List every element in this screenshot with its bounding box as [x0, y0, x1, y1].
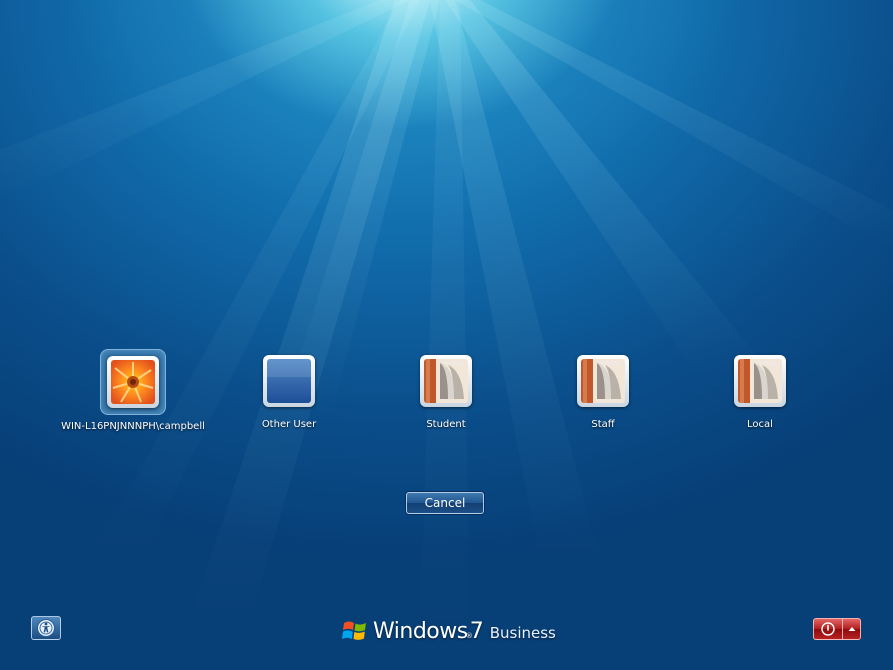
user-tile-local[interactable]: Local: [680, 352, 840, 430]
flower-picture-icon: [111, 360, 155, 404]
user-picture-frame: [734, 355, 786, 407]
user-picture-frame: [577, 355, 629, 407]
shut-down-button[interactable]: [813, 618, 843, 640]
user-name-label: Staff: [591, 419, 615, 430]
power-controls: [813, 618, 861, 640]
book-picture-icon: [424, 359, 468, 403]
shut-down-options-button[interactable]: [843, 618, 861, 640]
user-tile-highlight: [100, 349, 166, 415]
caret-up-icon: [848, 627, 855, 631]
user-picture-frame: [420, 355, 472, 407]
ease-of-access-icon: [37, 619, 55, 637]
user-tiles: WIN-L16PNJNNNPH\campbell Other User Stud…: [0, 349, 893, 442]
user-tile-student[interactable]: Student: [366, 352, 526, 430]
user-tile-other-user[interactable]: Other User: [209, 352, 369, 430]
user-name-label: Local: [747, 419, 773, 430]
power-icon: [821, 622, 835, 636]
user-name-label: WIN-L16PNJNNNPH\campbell: [61, 421, 205, 432]
light-rays: [0, 0, 893, 640]
user-picture-frame: [263, 355, 315, 407]
cancel-button[interactable]: Cancel: [406, 492, 484, 514]
brand-trademark: ®: [465, 632, 473, 640]
user-tile-campbell[interactable]: WIN-L16PNJNNNPH\campbell: [53, 349, 213, 432]
user-picture-frame: [107, 356, 159, 408]
windows-branding: Windows ® 7 Business: [342, 613, 556, 647]
book-picture-icon: [738, 359, 782, 403]
brand-edition-text: Business: [489, 624, 556, 642]
blank-picture-icon: [267, 359, 311, 403]
book-picture-icon: [581, 359, 625, 403]
user-name-label: Student: [426, 419, 466, 430]
windows-logo-icon: [342, 621, 366, 640]
brand-version-text: ® 7: [466, 617, 484, 647]
user-tile-staff[interactable]: Staff: [523, 352, 683, 430]
user-name-label: Other User: [261, 419, 317, 430]
ease-of-access-button[interactable]: [31, 616, 61, 640]
brand-windows-text: Windows: [373, 619, 468, 644]
